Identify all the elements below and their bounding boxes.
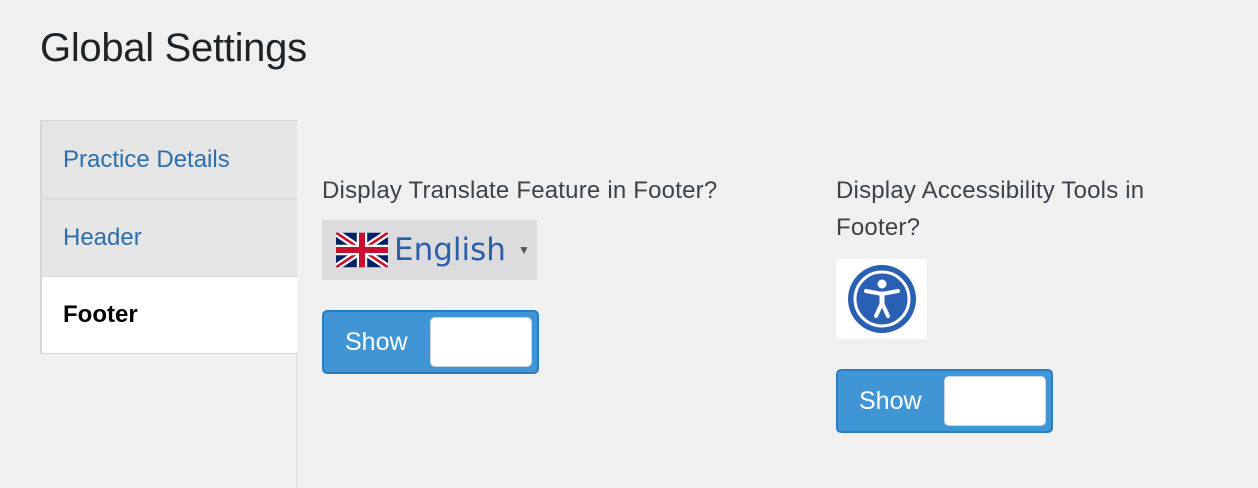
tab-practice-details[interactable]: Practice Details <box>40 120 297 198</box>
settings-page: Global Settings Practice Details Header … <box>0 0 1258 488</box>
tab-label: Header <box>63 223 142 251</box>
accessibility-label-line1: Display Accessibility Tools in <box>836 177 1145 204</box>
tab-label: Practice Details <box>63 145 230 173</box>
accessibility-label-line2: Footer? <box>836 214 921 241</box>
accessibility-icon-button[interactable] <box>836 259 927 339</box>
tab-footer[interactable]: Footer <box>40 276 298 354</box>
accessibility-label: Display Accessibility Tools in Footer? <box>836 172 1236 246</box>
uk-flag-icon <box>336 232 388 268</box>
translate-label: Display Translate Feature in Footer? <box>322 177 718 204</box>
translate-show-toggle[interactable]: Show <box>322 310 539 374</box>
accessibility-show-toggle[interactable]: Show <box>836 369 1053 433</box>
language-value: English <box>394 232 506 268</box>
page-title: Global Settings <box>40 26 307 70</box>
translate-setting: Display Translate Feature in Footer? Eng… <box>322 172 802 374</box>
tab-label: Footer <box>63 301 138 328</box>
accessibility-setting: Display Accessibility Tools in Footer? S… <box>836 172 1236 433</box>
settings-tabs: Practice Details Header Footer <box>40 120 298 488</box>
tab-header[interactable]: Header <box>40 198 297 276</box>
chevron-down-icon: ▼ <box>517 243 530 257</box>
toggle-knob <box>944 376 1046 426</box>
toggle-label: Show <box>859 387 922 415</box>
toggle-knob <box>430 317 532 367</box>
toggle-label: Show <box>345 328 408 356</box>
language-select[interactable]: English ▼ <box>322 220 537 280</box>
accessibility-icon <box>847 265 916 333</box>
